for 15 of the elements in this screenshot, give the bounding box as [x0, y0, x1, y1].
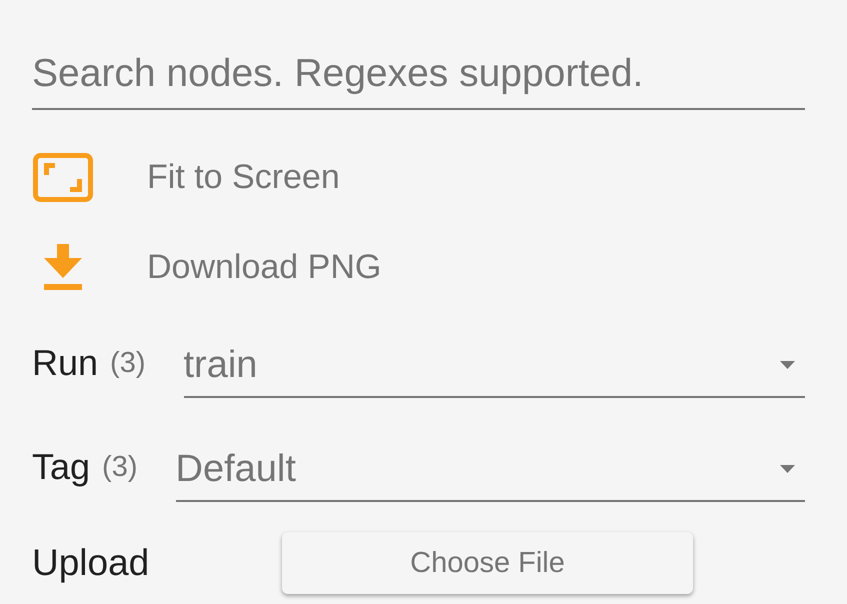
search-field[interactable]: Search nodes. Regexes supported.: [32, 52, 805, 110]
count-label: (3): [110, 346, 146, 380]
upload-label: Upload: [32, 542, 150, 584]
download-icon: [44, 244, 82, 290]
count-label: (3): [102, 450, 138, 484]
caret-icon: [780, 465, 795, 473]
dropdown-field[interactable]: Default: [176, 442, 805, 502]
download-button[interactable]: Download PNG: [32, 222, 382, 312]
selector-label: Tag: [32, 446, 90, 488]
fit-screen-button[interactable]: Fit to Screen: [32, 132, 340, 222]
caret-icon: [780, 361, 795, 369]
selector-label: Run: [32, 342, 98, 384]
choose-file-button[interactable]: Choose File: [282, 532, 693, 594]
dropdown-field[interactable]: train: [184, 338, 805, 398]
frame-corners-icon: [33, 152, 93, 202]
